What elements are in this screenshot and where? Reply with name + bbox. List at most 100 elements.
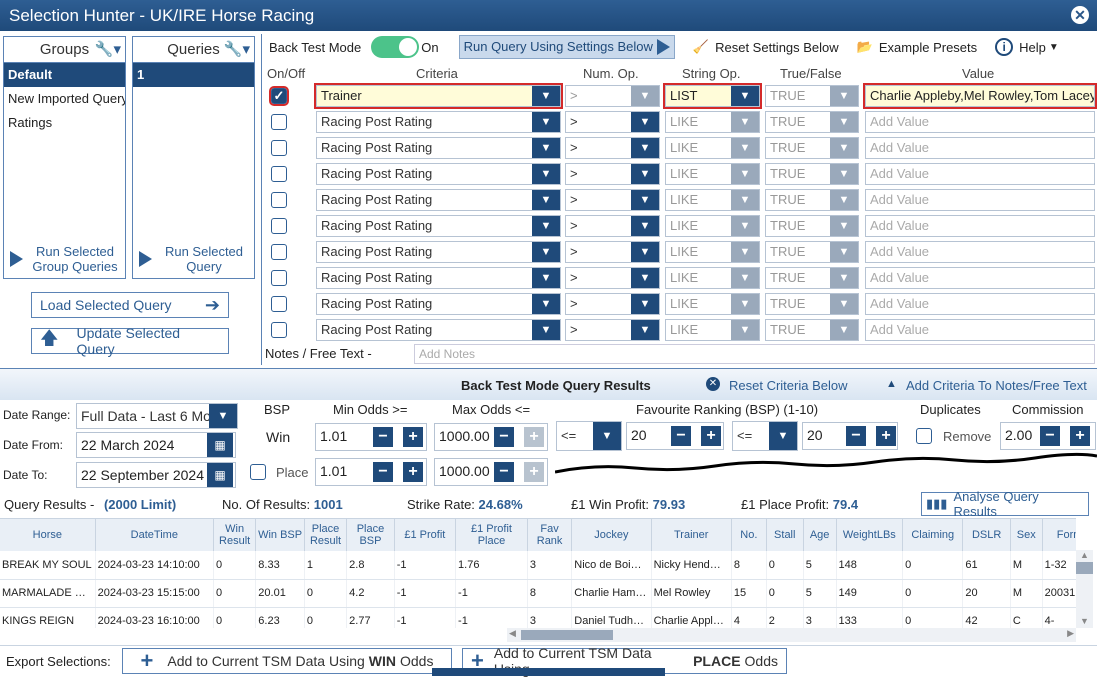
value-input[interactable]: Add Value bbox=[865, 241, 1095, 263]
column-header[interactable]: Claiming bbox=[902, 519, 964, 551]
num-op-select[interactable]: > ▼ bbox=[565, 163, 660, 185]
horizontal-scrollbar[interactable]: ◀ ▶ bbox=[507, 628, 1076, 642]
group-item[interactable]: New Imported Query bbox=[4, 87, 125, 111]
value-input[interactable]: Add Value bbox=[865, 267, 1095, 289]
wrench-icon[interactable]: 🔧▾ bbox=[224, 40, 250, 58]
calendar-icon[interactable]: ▦ bbox=[207, 433, 233, 457]
true-false-select[interactable]: TRUE ▼ bbox=[765, 189, 859, 211]
value-input[interactable]: Add Value bbox=[865, 215, 1095, 237]
group-item[interactable]: Default bbox=[4, 63, 125, 87]
run-group-queries-button[interactable]: Run Selected Group Queries bbox=[10, 244, 121, 274]
column-header[interactable]: Trainer bbox=[651, 519, 732, 551]
place-checkbox[interactable] bbox=[250, 464, 266, 480]
column-header[interactable]: Sex bbox=[1010, 519, 1043, 551]
plus-button[interactable]: + bbox=[701, 426, 721, 446]
true-false-select[interactable]: TRUE ▼ bbox=[765, 111, 859, 133]
reset-settings-button[interactable]: Reset Settings Below bbox=[715, 40, 839, 55]
num-op-select[interactable]: > ▼ bbox=[565, 293, 660, 315]
criteria-select[interactable]: Racing Post Rating ▼ bbox=[316, 241, 561, 263]
num-op-select[interactable]: > ▼ bbox=[565, 241, 660, 263]
notes-input[interactable]: Add Notes bbox=[414, 344, 1095, 364]
value-input[interactable]: Add Value bbox=[865, 319, 1095, 341]
row-enable-checkbox[interactable] bbox=[271, 322, 287, 338]
criteria-select[interactable]: Racing Post Rating ▼ bbox=[316, 137, 561, 159]
minus-button[interactable]: − bbox=[373, 462, 393, 482]
plus-button[interactable]: + bbox=[876, 426, 896, 446]
true-false-select[interactable]: TRUE ▼ bbox=[765, 215, 859, 237]
column-header[interactable]: Win BSP bbox=[255, 519, 305, 551]
value-input[interactable]: Add Value bbox=[865, 293, 1095, 315]
add-criteria-notes-button[interactable]: Add Criteria To Notes/Free Text bbox=[906, 378, 1087, 393]
table-row[interactable]: BREAK MY SOUL 2024-03-23 14:10:00 0 8.33 1 2.… bbox=[0, 551, 1076, 580]
column-header[interactable]: Place BSP bbox=[346, 519, 395, 551]
minus-button[interactable]: − bbox=[1040, 426, 1060, 446]
string-op-select[interactable]: LIKE ▼ bbox=[665, 215, 760, 237]
minus-button[interactable]: − bbox=[846, 426, 866, 446]
row-enable-checkbox[interactable] bbox=[271, 140, 287, 156]
wrench-icon[interactable]: 🔧▾ bbox=[95, 40, 121, 58]
minus-button[interactable]: − bbox=[494, 462, 514, 482]
column-header[interactable]: WeightLBs bbox=[836, 519, 904, 551]
row-enable-checkbox[interactable] bbox=[271, 114, 287, 130]
analyse-results-button[interactable]: ▮▮▮ Analyse Query Results bbox=[921, 489, 1089, 519]
row-enable-checkbox[interactable]: ✓ bbox=[269, 86, 289, 106]
true-false-select[interactable]: TRUE ▼ bbox=[765, 85, 859, 107]
column-header[interactable]: £1 Profit bbox=[394, 519, 457, 551]
row-enable-checkbox[interactable] bbox=[271, 192, 287, 208]
calendar-icon[interactable]: ▦ bbox=[207, 463, 233, 487]
criteria-select[interactable]: Racing Post Rating ▼ bbox=[316, 163, 561, 185]
row-enable-checkbox[interactable] bbox=[271, 218, 287, 234]
resize-grip[interactable] bbox=[432, 668, 665, 676]
column-header[interactable]: DateTime bbox=[95, 519, 215, 551]
minus-button[interactable]: − bbox=[373, 427, 393, 447]
num-op-select[interactable]: > ▼ bbox=[565, 137, 660, 159]
true-false-select[interactable]: TRUE ▼ bbox=[765, 241, 859, 263]
string-op-select[interactable]: LIST ▼ bbox=[663, 83, 762, 109]
column-header[interactable]: Fav Rank bbox=[527, 519, 573, 551]
vertical-scrollbar[interactable]: ▲ ▼ bbox=[1076, 550, 1093, 628]
string-op-select[interactable]: LIKE ▼ bbox=[665, 267, 760, 289]
criteria-select[interactable]: Racing Post Rating ▼ bbox=[316, 215, 561, 237]
table-row[interactable]: MARMALADE … 2024-03-23 15:15:00 0 20.01 0 4.2… bbox=[0, 579, 1076, 608]
criteria-select[interactable]: Racing Post Rating ▼ bbox=[316, 111, 561, 133]
value-input[interactable]: Add Value bbox=[865, 111, 1095, 133]
remove-checkbox[interactable] bbox=[916, 428, 932, 444]
close-icon[interactable]: ✕ bbox=[1071, 6, 1089, 24]
plus-button[interactable]: + bbox=[403, 462, 423, 482]
string-op-select[interactable]: LIKE ▼ bbox=[665, 293, 760, 315]
fav-op2-select[interactable]: <= ▼ bbox=[732, 421, 798, 451]
reset-criteria-button[interactable]: Reset Criteria Below bbox=[729, 378, 848, 393]
num-op-select[interactable]: > ▼ bbox=[565, 319, 660, 341]
column-header[interactable]: Age bbox=[803, 519, 837, 551]
string-op-select[interactable]: LIKE ▼ bbox=[665, 137, 760, 159]
criteria-select[interactable]: Racing Post Rating ▼ bbox=[316, 267, 561, 289]
minus-button[interactable]: − bbox=[494, 427, 514, 447]
column-header[interactable]: Horse bbox=[0, 519, 96, 551]
run-query-button[interactable]: Run Selected Query bbox=[139, 244, 250, 274]
string-op-select[interactable]: LIKE ▼ bbox=[665, 111, 760, 133]
criteria-select[interactable]: Racing Post Rating ▼ bbox=[316, 189, 561, 211]
column-header[interactable]: DSLR bbox=[962, 519, 1011, 551]
column-header[interactable]: Win Result bbox=[213, 519, 257, 551]
true-false-select[interactable]: TRUE ▼ bbox=[765, 293, 859, 315]
help-button[interactable]: Help bbox=[1019, 40, 1046, 55]
true-false-select[interactable]: TRUE ▼ bbox=[765, 137, 859, 159]
num-op-select[interactable]: > ▼ bbox=[565, 267, 660, 289]
group-item[interactable]: Ratings bbox=[4, 111, 125, 135]
minus-button[interactable]: − bbox=[671, 426, 691, 446]
string-op-select[interactable]: LIKE ▼ bbox=[665, 319, 760, 341]
value-input[interactable]: Add Value bbox=[865, 189, 1095, 211]
column-header[interactable]: Stall bbox=[766, 519, 804, 551]
string-op-select[interactable]: LIKE ▼ bbox=[665, 163, 760, 185]
backtest-toggle[interactable] bbox=[371, 36, 420, 58]
num-op-select[interactable]: > ▼ bbox=[565, 189, 660, 211]
true-false-select[interactable]: TRUE ▼ bbox=[765, 319, 859, 341]
example-presets-button[interactable]: Example Presets bbox=[879, 40, 977, 55]
row-enable-checkbox[interactable] bbox=[271, 270, 287, 286]
plus-button[interactable]: + bbox=[1070, 426, 1090, 446]
criteria-select[interactable]: Trainer ▼ bbox=[314, 83, 563, 109]
fav-op1-select[interactable]: <= ▼ bbox=[556, 421, 622, 451]
column-header[interactable]: £1 Profit Place bbox=[455, 519, 528, 551]
value-input[interactable]: Charlie Appleby,Mel Rowley,Tom Lacey bbox=[863, 83, 1097, 109]
date-range-select[interactable]: Full Data - Last 6 Months ▼ bbox=[76, 403, 238, 429]
